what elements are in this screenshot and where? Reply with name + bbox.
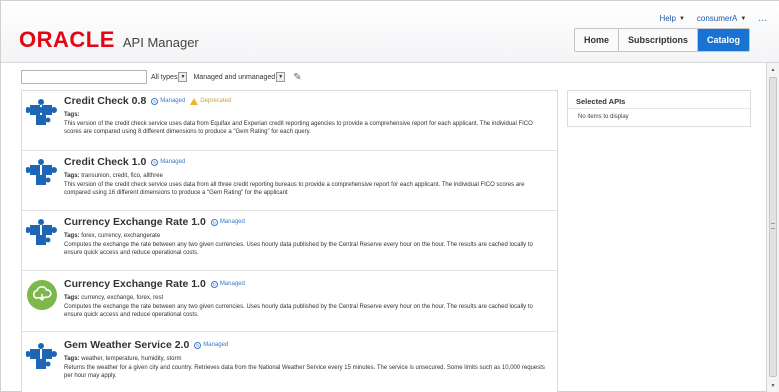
user-label: consumerA bbox=[696, 14, 738, 23]
app-window: Help ▼ consumerA ▼ ... ORACLE API Manage… bbox=[0, 0, 779, 392]
managed-icon: ↻ bbox=[210, 218, 218, 226]
api-tags: Tags: currency, exchange, forex, rest bbox=[64, 295, 163, 301]
scroll-thumb[interactable] bbox=[769, 77, 777, 377]
deprecated-badge: Deprecated bbox=[190, 97, 232, 105]
api-description: Returns the weather for a given city and… bbox=[64, 365, 545, 379]
api-title-row: Credit Check 1.0 ↻ Managed bbox=[64, 156, 185, 168]
managed-badge: ↻ Managed bbox=[151, 97, 186, 105]
managed-badge: ↻ Managed bbox=[194, 341, 229, 349]
empty-state-text: No items to display bbox=[578, 114, 629, 120]
tags-value: forex, currency, exchangerate bbox=[81, 233, 161, 239]
chevron-down-icon: ▼ bbox=[740, 15, 747, 22]
search-input[interactable] bbox=[21, 70, 147, 84]
selected-apis-title: Selected APIs bbox=[576, 97, 626, 106]
managed-icon: ↻ bbox=[210, 280, 218, 288]
api-description: This version of the credit check service… bbox=[64, 121, 533, 135]
tags-value: transunion, credit, fico, allthree bbox=[81, 173, 163, 179]
api-tags: Tags: bbox=[64, 112, 80, 118]
status-select[interactable]: Managed and unmanaged ▼ bbox=[193, 72, 286, 82]
selected-apis-panel: Selected APIs No items to display bbox=[567, 90, 751, 127]
managed-badge: ↻ Managed bbox=[151, 158, 186, 166]
managed-icon: ↻ bbox=[151, 97, 159, 105]
tab-home[interactable]: Home bbox=[574, 29, 618, 51]
api-name[interactable]: Gem Weather Service 2.0 bbox=[64, 339, 189, 351]
filter-bar: All types ▼ Managed and unmanaged ▼ ✎ bbox=[21, 69, 302, 85]
scroll-down-icon[interactable]: ▼ bbox=[767, 381, 779, 391]
product-name: API Manager bbox=[122, 35, 199, 50]
header: Help ▼ consumerA ▼ ... ORACLE API Manage… bbox=[1, 1, 779, 63]
tags-label: Tags: bbox=[64, 173, 80, 179]
help-label: Help bbox=[659, 14, 676, 23]
tags-label: Tags: bbox=[64, 295, 80, 301]
api-description: Computes the exchange the rate between a… bbox=[64, 242, 533, 256]
managed-label: Managed bbox=[219, 281, 245, 287]
chevron-down-icon[interactable]: ▼ bbox=[276, 72, 286, 82]
api-description: This version of the credit check service… bbox=[64, 182, 525, 196]
api-name[interactable]: Currency Exchange Rate 1.0 bbox=[64, 216, 206, 228]
api-name[interactable]: Credit Check 1.0 bbox=[64, 156, 146, 168]
api-title-row: Gem Weather Service 2.0 ↻ Managed bbox=[64, 339, 228, 351]
deprecated-label: Deprecated bbox=[200, 98, 232, 104]
managed-label: Managed bbox=[160, 159, 186, 165]
puzzle-icon bbox=[26, 343, 57, 369]
grip-icon bbox=[771, 223, 775, 229]
user-bar: Help ▼ consumerA ▼ ... bbox=[660, 14, 769, 23]
managed-label: Managed bbox=[160, 98, 186, 104]
status-select-value: Managed and unmanaged bbox=[193, 73, 276, 81]
managed-icon: ↻ bbox=[151, 158, 159, 166]
managed-badge: ↻ Managed bbox=[210, 280, 245, 288]
managed-icon: ↻ bbox=[194, 341, 202, 349]
help-menu[interactable]: Help ▼ bbox=[660, 14, 685, 23]
api-tags: Tags: transunion, credit, fico, allthree bbox=[64, 173, 163, 179]
nav-tabs: Home Subscriptions Catalog bbox=[573, 28, 750, 52]
edit-pencil-icon[interactable]: ✎ bbox=[293, 72, 301, 83]
vertical-scrollbar[interactable]: ▲ ▼ bbox=[766, 63, 779, 392]
more-menu[interactable]: ... bbox=[758, 14, 768, 23]
user-menu[interactable]: consumerA ▼ bbox=[697, 14, 746, 23]
api-card[interactable]: Currency Exchange Rate 1.0 ↻ Managed Tag… bbox=[22, 271, 557, 332]
managed-label: Managed bbox=[203, 342, 229, 348]
api-title-row: Currency Exchange Rate 1.0 ↻ Managed bbox=[64, 278, 245, 290]
api-card[interactable]: Currency Exchange Rate 1.0 ↻ Managed Tag… bbox=[22, 211, 557, 271]
tags-label: Tags: bbox=[64, 233, 80, 239]
managed-badge: ↻ Managed bbox=[210, 218, 245, 226]
api-list: Credit Check 0.8 ↻ Managed Deprecated Ta… bbox=[21, 90, 558, 392]
api-name[interactable]: Credit Check 0.8 bbox=[64, 95, 146, 107]
scroll-up-icon[interactable]: ▲ bbox=[767, 65, 779, 75]
api-card[interactable]: Credit Check 0.8 ↻ Managed Deprecated Ta… bbox=[22, 91, 557, 151]
oracle-logo: ORACLE bbox=[19, 27, 115, 52]
type-select[interactable]: All types ▼ bbox=[151, 72, 188, 82]
api-tags: Tags: forex, currency, exchangerate bbox=[64, 233, 160, 239]
type-select-value: All types bbox=[151, 73, 178, 81]
tags-label: Tags: bbox=[64, 356, 80, 362]
chevron-down-icon: ▼ bbox=[678, 15, 685, 22]
tab-catalog[interactable]: Catalog bbox=[696, 29, 749, 51]
tags-value: currency, exchange, forex, rest bbox=[81, 295, 164, 301]
tab-subscriptions[interactable]: Subscriptions bbox=[617, 29, 697, 51]
puzzle-icon bbox=[26, 99, 57, 125]
api-title-row: Credit Check 0.8 ↻ Managed Deprecated bbox=[64, 95, 231, 107]
api-card[interactable]: Gem Weather Service 2.0 ↻ Managed Tags: … bbox=[22, 332, 557, 392]
api-description: Computes the exchange the rate between a… bbox=[64, 304, 533, 318]
puzzle-icon bbox=[26, 159, 57, 185]
divider bbox=[568, 108, 750, 109]
api-card[interactable]: Credit Check 1.0 ↻ Managed Tags: transun… bbox=[22, 151, 557, 211]
tags-value: weather, temperature, humidity, storm bbox=[81, 356, 182, 362]
puzzle-icon bbox=[26, 219, 57, 245]
tags-label: Tags: bbox=[64, 112, 80, 118]
managed-label: Managed bbox=[219, 219, 245, 225]
logo: ORACLE API Manager bbox=[19, 27, 199, 53]
api-name[interactable]: Currency Exchange Rate 1.0 bbox=[64, 278, 206, 290]
api-tags: Tags: weather, temperature, humidity, st… bbox=[64, 356, 182, 362]
chevron-down-icon[interactable]: ▼ bbox=[178, 72, 188, 82]
api-title-row: Currency Exchange Rate 1.0 ↻ Managed bbox=[64, 216, 245, 228]
warning-icon bbox=[190, 97, 199, 105]
cloud-icon bbox=[27, 280, 57, 310]
